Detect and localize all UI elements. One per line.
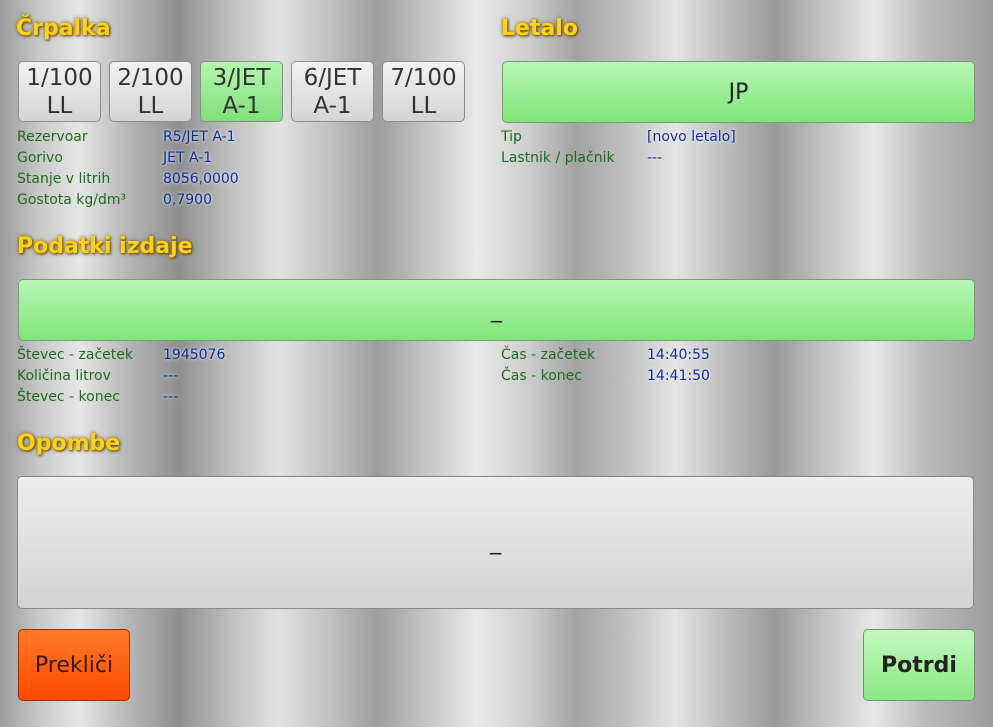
cas-konec-label: Čas - konec bbox=[501, 368, 582, 384]
pump-button-2-line1: 2/100 bbox=[117, 64, 184, 91]
pump-button-6[interactable]: 6/JET A-1 bbox=[291, 61, 374, 122]
izdaja-title: Podatki izdaje bbox=[17, 234, 193, 259]
cas-konec-value: 14:41:50 bbox=[647, 368, 710, 384]
cancel-button-label: Prekliči bbox=[34, 652, 114, 678]
izdaja-input-value: _ bbox=[491, 297, 502, 323]
opombe-input-value: _ bbox=[490, 530, 501, 555]
stevec-konec-value: --- bbox=[163, 389, 179, 405]
gorivo-label: Gorivo bbox=[17, 150, 63, 166]
pump-button-7-line2: LL bbox=[410, 92, 437, 119]
tip-label: Tip bbox=[501, 129, 522, 145]
opombe-input-field[interactable]: _ bbox=[17, 476, 974, 609]
pump-button-3[interactable]: 3/JET A-1 bbox=[200, 61, 283, 122]
kolicina-litrov-label: Količina litrov bbox=[17, 368, 111, 384]
pump-button-2[interactable]: 2/100 LL bbox=[109, 61, 192, 122]
kolicina-litrov-value: --- bbox=[163, 368, 179, 384]
cas-zacetek-value: 14:40:55 bbox=[647, 347, 710, 363]
stanje-label: Stanje v litrih bbox=[17, 171, 111, 187]
pump-button-1-line1: 1/100 bbox=[26, 64, 93, 91]
cancel-button[interactable]: Prekliči bbox=[18, 629, 130, 701]
pump-button-7[interactable]: 7/100 LL bbox=[382, 61, 465, 122]
aircraft-registration-value: JP bbox=[728, 79, 749, 105]
cas-zacetek-label: Čas - začetek bbox=[501, 347, 596, 363]
stevec-konec-label: Števec - konec bbox=[17, 389, 120, 405]
confirm-button[interactable]: Potrdi bbox=[863, 629, 975, 701]
gostota-label: Gostota kg/dm³ bbox=[17, 192, 127, 208]
crpalka-title: Črpalka bbox=[16, 16, 111, 41]
pump-button-1-line2: LL bbox=[46, 92, 73, 119]
pump-button-1[interactable]: 1/100 LL bbox=[18, 61, 101, 122]
tip-value: [novo letalo] bbox=[647, 129, 736, 145]
lastnik-label: Lastnik / plačnik bbox=[501, 150, 615, 166]
pump-button-7-line1: 7/100 bbox=[390, 64, 457, 91]
stevec-zacetek-label: Števec - začetek bbox=[17, 347, 133, 363]
pump-button-3-line2: A-1 bbox=[222, 92, 261, 119]
aircraft-registration-field[interactable]: JP bbox=[502, 61, 975, 123]
letalo-title: Letalo bbox=[501, 16, 578, 41]
pump-button-6-line1: 6/JET bbox=[303, 64, 362, 91]
pump-button-6-line2: A-1 bbox=[313, 92, 352, 119]
pump-button-3-line1: 3/JET bbox=[212, 64, 271, 91]
pump-button-2-line2: LL bbox=[137, 92, 164, 119]
rezervoar-label: Rezervoar bbox=[17, 129, 88, 145]
confirm-button-label: Potrdi bbox=[881, 652, 957, 678]
gorivo-value: JET A-1 bbox=[163, 150, 213, 166]
lastnik-value: --- bbox=[647, 150, 663, 166]
opombe-title: Opombe bbox=[17, 431, 121, 456]
gostota-value: 0,7900 bbox=[163, 192, 212, 208]
rezervoar-value: R5/JET A-1 bbox=[163, 129, 236, 145]
izdaja-input-field[interactable]: _ bbox=[18, 279, 975, 341]
stanje-value: 8056,0000 bbox=[163, 171, 239, 187]
stevec-zacetek-value: 1945076 bbox=[163, 347, 226, 363]
